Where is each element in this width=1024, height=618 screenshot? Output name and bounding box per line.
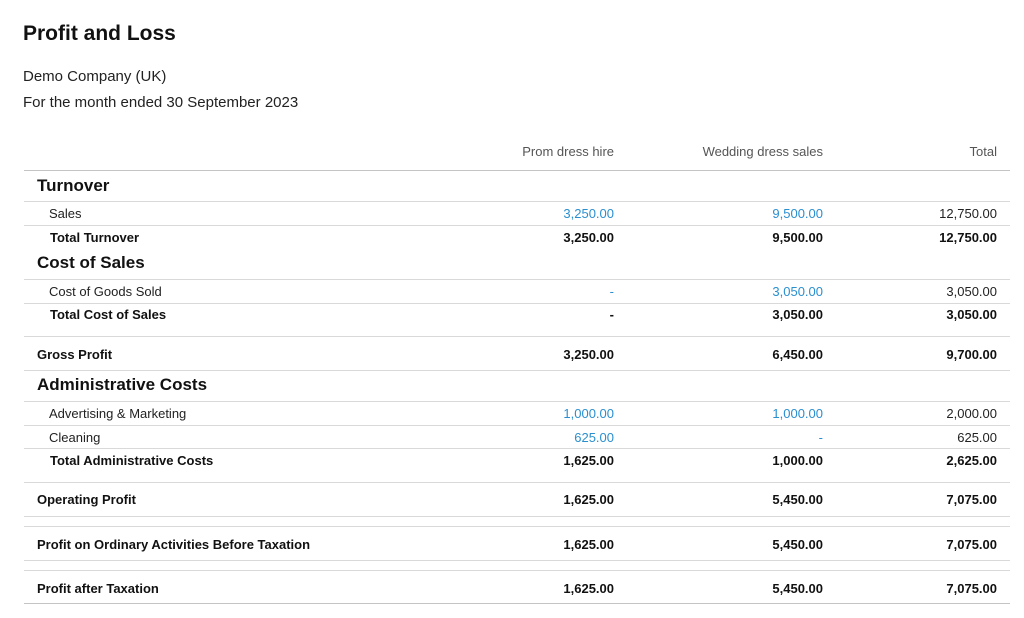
section-heading-admin-costs: Administrative Costs bbox=[24, 373, 1010, 397]
report-bottom-rule bbox=[24, 603, 1010, 604]
row-divider bbox=[24, 336, 1010, 337]
row-total-turnover: Total Turnover 3,250.00 9,500.00 12,750.… bbox=[24, 226, 1010, 248]
section-label: Administrative Costs bbox=[37, 375, 208, 394]
section-label: Cost of Sales bbox=[37, 253, 145, 272]
advertising-wedding-link[interactable]: 1,000.00 bbox=[772, 406, 823, 421]
advertising-total: 2,000.00 bbox=[946, 406, 997, 421]
row-label: Cost of Goods Sold bbox=[49, 284, 162, 299]
operating-profit-total: 7,075.00 bbox=[946, 491, 997, 507]
section-heading-turnover: Turnover bbox=[24, 174, 1010, 198]
row-cleaning: Cleaning 625.00 - 625.00 bbox=[24, 426, 1010, 448]
row-label: Total Cost of Sales bbox=[50, 307, 167, 322]
total-cos-total: 3,050.00 bbox=[946, 307, 997, 322]
total-admin-wedding: 1,000.00 bbox=[772, 452, 823, 468]
cogs-wedding-link[interactable]: 3,050.00 bbox=[772, 284, 823, 299]
row-gross-profit: Gross Profit 3,250.00 6,450.00 9,700.00 bbox=[24, 343, 1010, 365]
row-label: Sales bbox=[49, 206, 82, 221]
row-label: Profit on Ordinary Activities Before Tax… bbox=[37, 536, 311, 552]
total-admin-prom: 1,625.00 bbox=[563, 452, 614, 468]
row-label: Advertising & Marketing bbox=[49, 406, 187, 421]
cogs-total: 3,050.00 bbox=[946, 284, 997, 299]
gross-profit-prom: 3,250.00 bbox=[563, 346, 614, 362]
row-label: Profit after Taxation bbox=[37, 580, 159, 596]
row-advertising-marketing: Advertising & Marketing 1,000.00 1,000.0… bbox=[24, 402, 1010, 425]
row-divider bbox=[24, 560, 1010, 561]
sales-wedding-link[interactable]: 9,500.00 bbox=[772, 206, 823, 221]
row-label: Cleaning bbox=[49, 429, 101, 445]
operating-profit-prom: 1,625.00 bbox=[563, 491, 614, 507]
row-divider bbox=[24, 570, 1010, 571]
total-turnover-wedding: 9,500.00 bbox=[772, 229, 823, 245]
row-total-admin-costs: Total Administrative Costs 1,625.00 1,00… bbox=[24, 449, 1010, 471]
gross-profit-wedding: 6,450.00 bbox=[772, 346, 823, 362]
profit-after-tax-total: 7,075.00 bbox=[946, 580, 997, 596]
company-name: Demo Company (UK) bbox=[23, 68, 167, 85]
row-divider bbox=[24, 370, 1010, 371]
operating-profit-wedding: 5,450.00 bbox=[772, 491, 823, 507]
header-divider bbox=[24, 170, 1010, 171]
report-period: For the month ended 30 September 2023 bbox=[23, 94, 299, 111]
row-label: Total Turnover bbox=[50, 229, 140, 245]
row-divider bbox=[24, 482, 1010, 483]
profit-before-tax-wedding: 5,450.00 bbox=[772, 536, 823, 552]
row-divider bbox=[24, 526, 1010, 527]
profit-before-tax-prom: 1,625.00 bbox=[563, 536, 614, 552]
cogs-prom-link[interactable]: - bbox=[610, 284, 614, 299]
report-page: Profit and Loss Demo Company (UK) For th… bbox=[0, 0, 1024, 618]
column-header-prom: Prom dress hire bbox=[522, 143, 614, 159]
sales-prom-link[interactable]: 3,250.00 bbox=[563, 206, 614, 221]
cleaning-wedding-link[interactable]: - bbox=[819, 430, 823, 445]
advertising-prom-link[interactable]: 1,000.00 bbox=[563, 406, 614, 421]
report-title: Profit and Loss bbox=[23, 22, 176, 45]
row-operating-profit: Operating Profit 1,625.00 5,450.00 7,075… bbox=[24, 488, 1010, 510]
row-divider bbox=[24, 516, 1010, 517]
total-admin-total: 2,625.00 bbox=[946, 452, 997, 468]
row-label: Gross Profit bbox=[37, 346, 113, 362]
row-label: Total Administrative Costs bbox=[50, 452, 214, 468]
column-header-row: Prom dress hire Wedding dress sales Tota… bbox=[24, 140, 1010, 162]
profit-after-tax-prom: 1,625.00 bbox=[563, 580, 614, 596]
row-total-cost-of-sales: Total Cost of Sales - 3,050.00 3,050.00 bbox=[24, 304, 1010, 325]
cleaning-prom-link[interactable]: 625.00 bbox=[574, 430, 614, 445]
total-cos-prom: - bbox=[609, 307, 614, 322]
row-sales: Sales 3,250.00 9,500.00 12,750.00 bbox=[24, 202, 1010, 225]
section-heading-cost-of-sales: Cost of Sales bbox=[24, 251, 1010, 275]
total-turnover-total: 12,750.00 bbox=[939, 229, 997, 245]
row-label: Operating Profit bbox=[37, 491, 136, 507]
total-cos-wedding: 3,050.00 bbox=[772, 307, 823, 322]
total-turnover-prom: 3,250.00 bbox=[563, 229, 614, 245]
sales-total: 12,750.00 bbox=[939, 206, 997, 221]
section-label: Turnover bbox=[37, 176, 110, 195]
column-header-total: Total bbox=[969, 143, 997, 159]
profit-after-tax-wedding: 5,450.00 bbox=[772, 580, 823, 596]
gross-profit-total: 9,700.00 bbox=[946, 346, 997, 362]
row-cost-of-goods-sold: Cost of Goods Sold - 3,050.00 3,050.00 bbox=[24, 280, 1010, 303]
row-profit-before-tax: Profit on Ordinary Activities Before Tax… bbox=[24, 533, 1010, 555]
profit-before-tax-total: 7,075.00 bbox=[946, 536, 997, 552]
cleaning-total: 625.00 bbox=[957, 429, 997, 445]
column-header-wedding: Wedding dress sales bbox=[702, 143, 823, 159]
row-profit-after-tax: Profit after Taxation 1,625.00 5,450.00 … bbox=[24, 577, 1010, 599]
